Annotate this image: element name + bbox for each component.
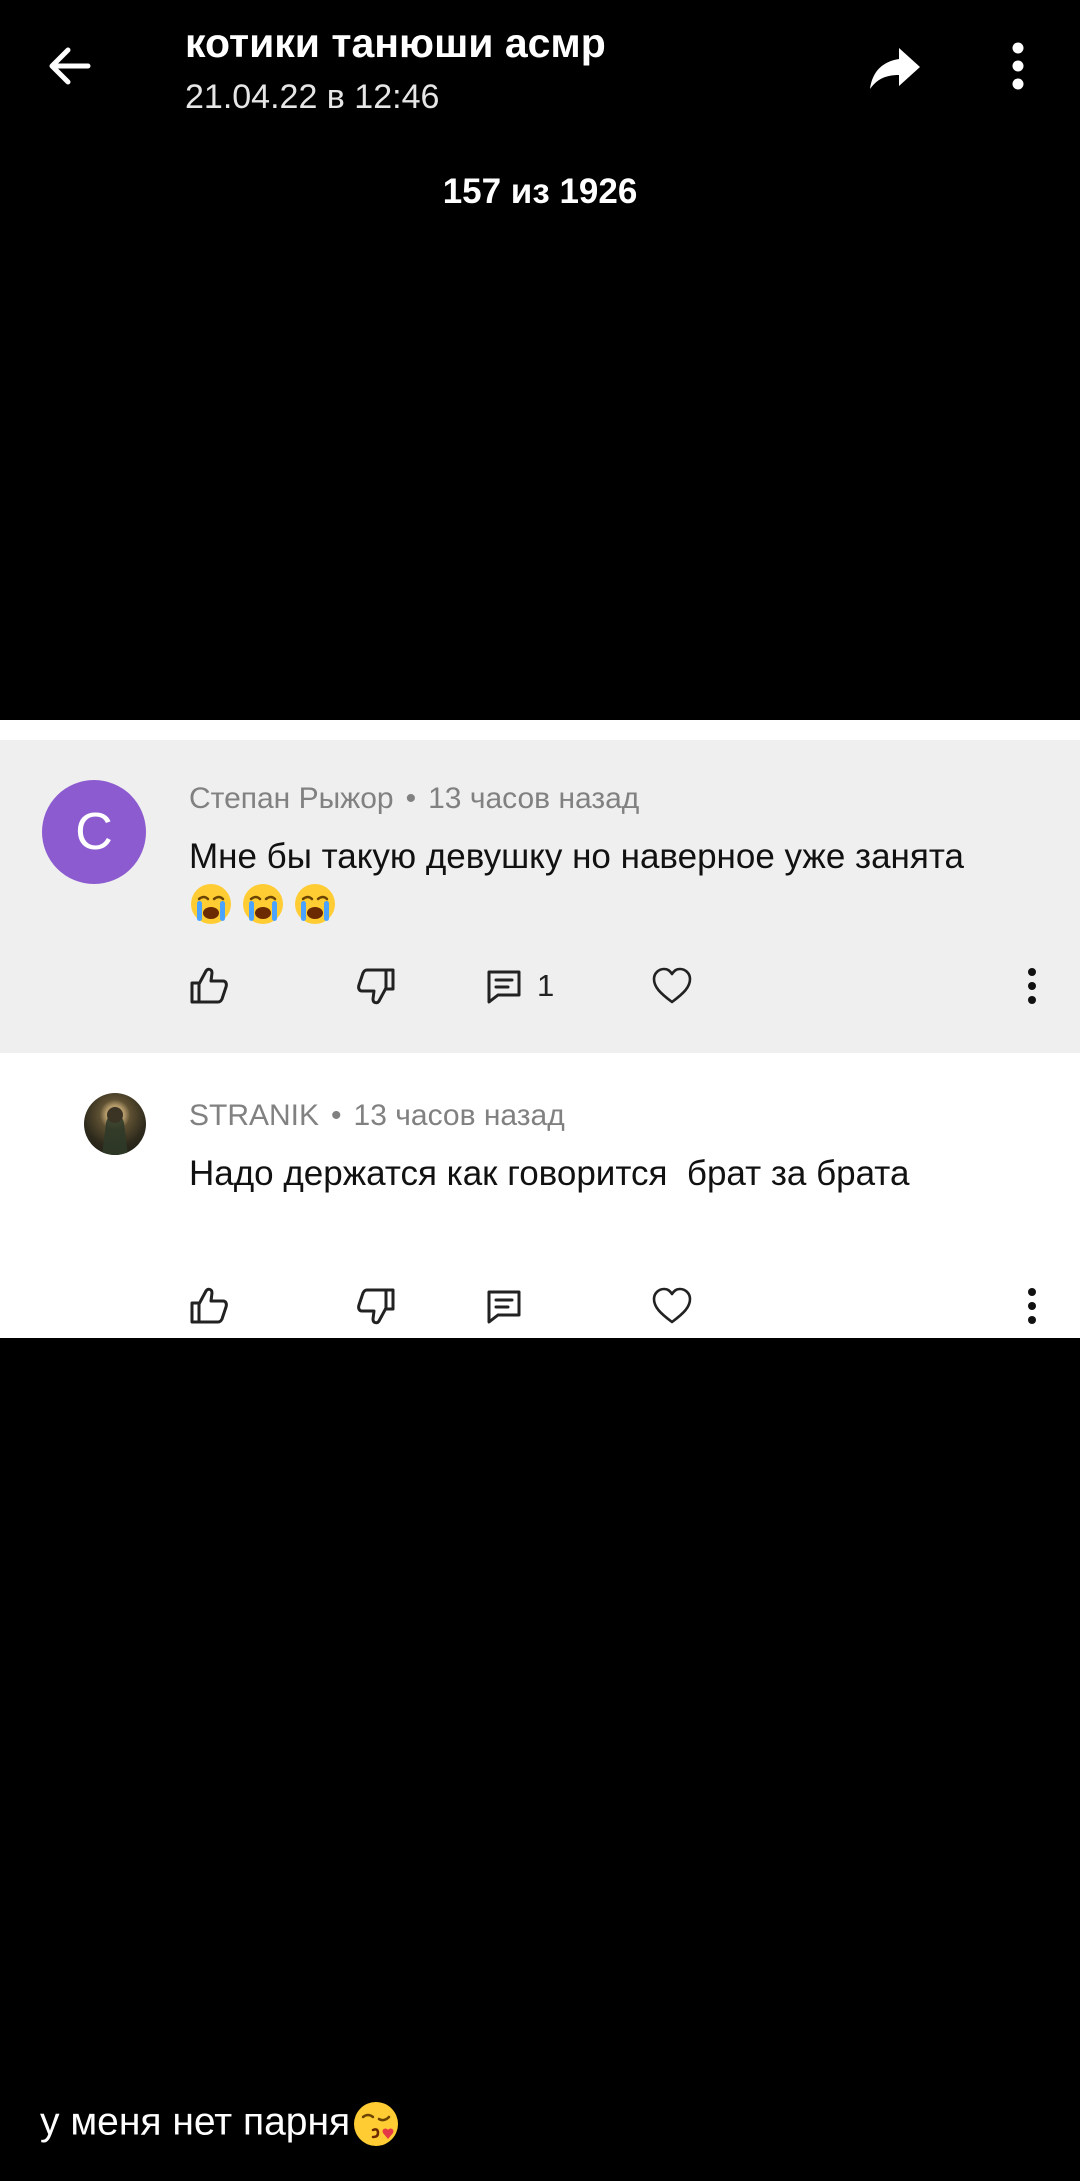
thumbs-up-icon	[190, 1287, 228, 1324]
comment-text: Мне бы такую девушку но наверное уже зан…	[189, 834, 1049, 938]
comment-item: STRANIK • 13 часов назад Надо держатся как…	[0, 1053, 1080, 1338]
thumbs-down-icon	[357, 1288, 395, 1325]
top-bar: котики танюши асмр 21.04.22 в 12:46	[0, 0, 1080, 140]
photo-caption: у меня нет парня	[40, 2100, 400, 2148]
more-options-button[interactable]	[1000, 36, 1036, 96]
heart-icon	[652, 1287, 692, 1324]
comment-time: 13 часов назад	[353, 1099, 565, 1132]
back-button[interactable]	[40, 36, 100, 96]
kiss-emoji-icon	[354, 2102, 399, 2146]
more-vertical-icon	[1028, 1288, 1036, 1324]
user-photo-icon	[102, 1107, 128, 1155]
comment-time: 13 часов назад	[428, 782, 640, 815]
comment-text: Надо держатся как говорится брат за брат…	[189, 1154, 910, 1193]
comment-meta: STRANIK • 13 часов назад	[189, 1099, 565, 1133]
reply-count: 1	[537, 968, 555, 1003]
comment-meta: Степан Рыжор • 13 часов назад	[189, 782, 639, 816]
arrow-left-icon	[49, 47, 91, 85]
emoji-row	[189, 882, 337, 926]
heart-icon	[652, 967, 692, 1004]
comment-icon	[487, 970, 521, 1004]
share-button[interactable]	[866, 38, 924, 96]
comment-screenshot: С Степан Рыжор • 13 часов назад Мне бы так…	[0, 720, 1080, 1338]
page-title: котики танюши асмр	[185, 20, 606, 66]
crying-face-icon	[191, 884, 231, 924]
comment-actions	[0, 1276, 1080, 1336]
comment-text-body: Мне бы такую девушку но наверное уже зан…	[189, 837, 964, 876]
crying-face-icon	[243, 884, 283, 924]
separator-dot: •	[405, 782, 417, 815]
comment-icon	[487, 1290, 521, 1324]
comment-author: STRANIK	[189, 1099, 320, 1132]
comment-author: Степан Рыжор	[189, 782, 394, 815]
avatar: С	[42, 780, 146, 884]
avatar	[84, 1093, 146, 1155]
post-date: 21.04.22 в 12:46	[185, 78, 440, 116]
comment-actions: 1	[0, 956, 1080, 1016]
photo-counter: 157 из 1926	[442, 172, 638, 211]
thumbs-up-icon	[190, 967, 228, 1004]
thumbs-down-icon	[357, 968, 395, 1005]
more-vertical-icon	[1012, 42, 1024, 90]
separator-dot: •	[331, 1099, 342, 1132]
caption-text: у меня нет парня	[40, 2100, 351, 2144]
comment-item: С Степан Рыжор • 13 часов назад Мне бы так…	[0, 740, 1080, 1053]
crying-face-icon	[295, 884, 335, 924]
share-arrow-icon	[870, 48, 920, 89]
more-vertical-icon	[1028, 968, 1036, 1004]
